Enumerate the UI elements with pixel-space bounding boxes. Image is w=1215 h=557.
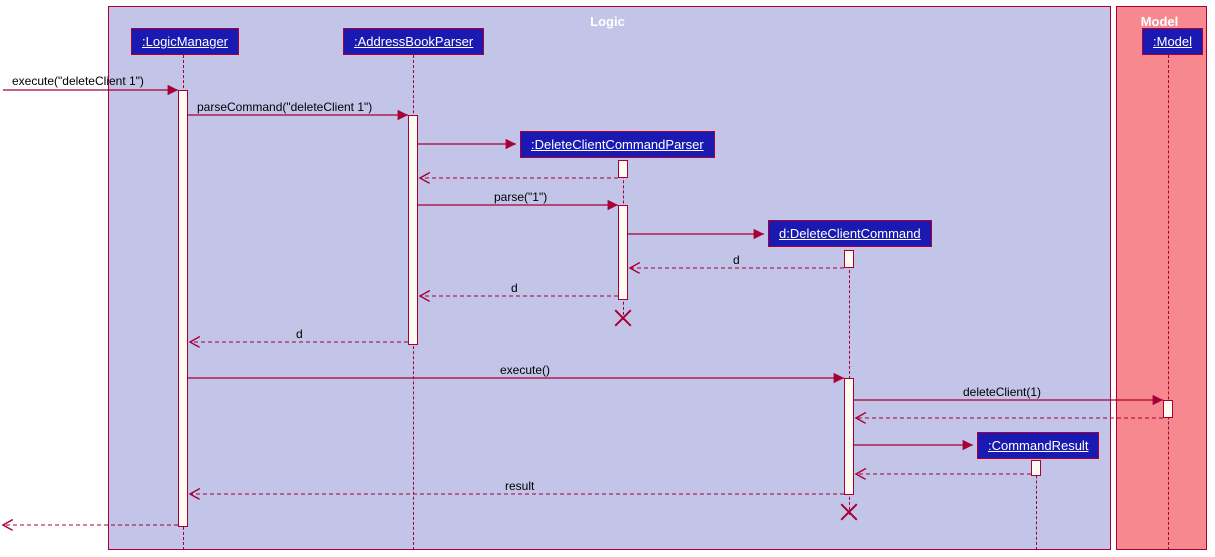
activation-dccp-2 bbox=[618, 205, 628, 300]
participant-deleteclientcommand: d:DeleteClientCommand bbox=[768, 220, 932, 247]
activation-logicmanager bbox=[178, 90, 188, 527]
msg-result: result bbox=[505, 479, 534, 493]
msg-deleteclient: deleteClient(1) bbox=[963, 385, 1041, 399]
msg-parsecommand: parseCommand("deleteClient 1") bbox=[197, 100, 372, 114]
participant-model: :Model bbox=[1142, 28, 1203, 55]
msg-d2: d bbox=[511, 281, 518, 295]
destroy-dccp bbox=[612, 307, 634, 329]
frame-model: Model bbox=[1116, 6, 1207, 550]
participant-deleteclientcommandparser: :DeleteClientCommandParser bbox=[520, 131, 715, 158]
msg-d1: d bbox=[733, 253, 740, 267]
participant-logicmanager: :LogicManager bbox=[131, 28, 239, 55]
activation-commandresult bbox=[1031, 460, 1041, 476]
activation-addressbookparser bbox=[408, 115, 418, 345]
msg-d3: d bbox=[296, 327, 303, 341]
activation-dcc-2 bbox=[844, 378, 854, 495]
participant-commandresult: :CommandResult bbox=[977, 432, 1099, 459]
lifeline-model bbox=[1168, 55, 1169, 550]
frame-logic-label: Logic bbox=[586, 11, 633, 32]
msg-execute: execute() bbox=[500, 363, 550, 377]
destroy-dcc bbox=[838, 501, 860, 523]
msg-execute-in: execute("deleteClient 1") bbox=[12, 74, 144, 88]
activation-dcc-1 bbox=[844, 250, 854, 268]
msg-parse: parse("1") bbox=[494, 190, 547, 204]
participant-addressbookparser: :AddressBookParser bbox=[343, 28, 484, 55]
activation-dccp-1 bbox=[618, 160, 628, 178]
frame-logic: Logic bbox=[108, 6, 1111, 550]
activation-model bbox=[1163, 400, 1173, 418]
